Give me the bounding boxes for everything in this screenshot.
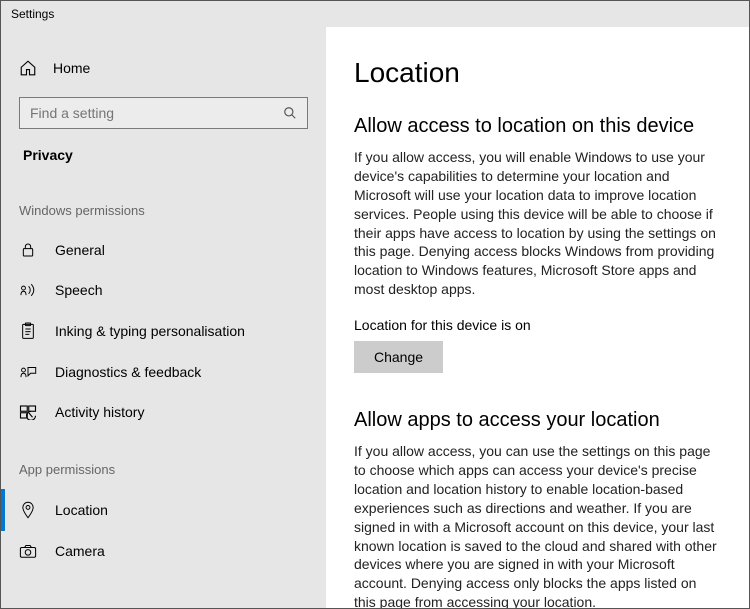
home-label: Home xyxy=(53,60,90,76)
speech-icon xyxy=(19,282,37,298)
sidebar: Home Privacy Windows permissions General… xyxy=(1,27,326,608)
search-input-container[interactable] xyxy=(19,97,308,129)
device-access-title: Allow access to location on this device xyxy=(354,115,721,138)
clipboard-icon xyxy=(19,322,37,340)
sidebar-item-label: Location xyxy=(55,502,108,518)
sidebar-item-label: Camera xyxy=(55,543,105,559)
sidebar-item-label: Inking & typing personalisation xyxy=(55,323,245,339)
device-location-status: Location for this device is on xyxy=(354,317,721,333)
feedback-icon xyxy=(19,364,37,380)
content-area: Home Privacy Windows permissions General… xyxy=(1,27,749,608)
sidebar-item-diagnostics[interactable]: Diagnostics & feedback xyxy=(1,352,326,392)
lock-icon xyxy=(19,242,37,258)
sidebar-item-general[interactable]: General xyxy=(1,230,326,270)
home-icon xyxy=(19,59,37,77)
section-header-windows-permissions: Windows permissions xyxy=(1,203,326,218)
sidebar-item-camera[interactable]: Camera xyxy=(1,531,326,571)
search-input[interactable] xyxy=(30,105,283,121)
window-title: Settings xyxy=(11,7,54,21)
sidebar-item-label: Speech xyxy=(55,282,102,298)
location-icon xyxy=(19,501,37,519)
apps-access-description: If you allow access, you can use the set… xyxy=(354,442,721,608)
device-access-description: If you allow access, you will enable Win… xyxy=(354,148,721,299)
search-icon xyxy=(283,106,297,120)
sidebar-item-inking[interactable]: Inking & typing personalisation xyxy=(1,310,326,352)
page-title: Location xyxy=(354,57,721,89)
main-panel: Location Allow access to location on thi… xyxy=(326,27,749,608)
category-label: Privacy xyxy=(1,147,326,163)
sidebar-item-speech[interactable]: Speech xyxy=(1,270,326,310)
section-header-app-permissions: App permissions xyxy=(1,462,326,477)
sidebar-item-label: Diagnostics & feedback xyxy=(55,364,201,380)
sidebar-item-activity[interactable]: Activity history xyxy=(1,392,326,432)
window-titlebar: Settings xyxy=(1,1,749,27)
home-button[interactable]: Home xyxy=(1,49,326,97)
sidebar-item-label: General xyxy=(55,242,105,258)
change-button[interactable]: Change xyxy=(354,341,443,373)
activity-icon xyxy=(19,404,37,420)
camera-icon xyxy=(19,544,37,558)
apps-access-title: Allow apps to access your location xyxy=(354,409,721,432)
sidebar-item-location[interactable]: Location xyxy=(1,489,326,531)
sidebar-item-label: Activity history xyxy=(55,404,144,420)
